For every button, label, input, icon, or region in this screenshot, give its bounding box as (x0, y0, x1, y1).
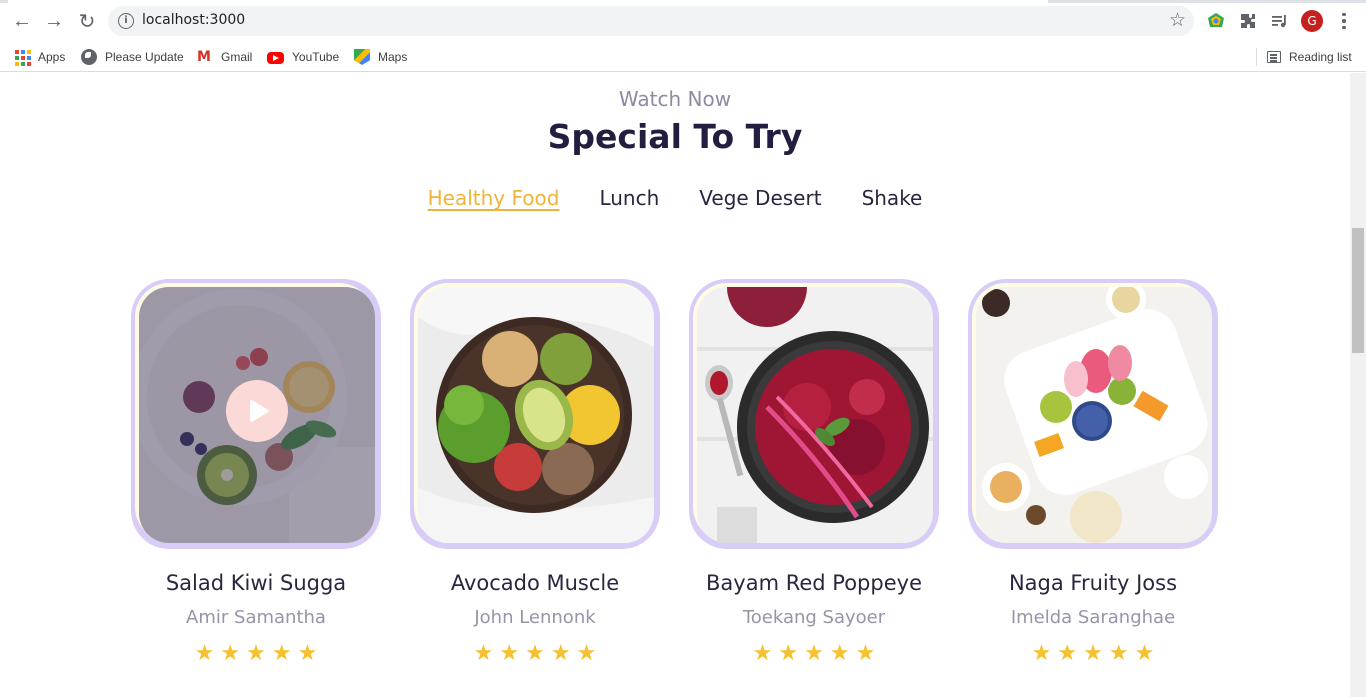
category-tabs: Healthy Food Lunch Vege Desert Shake (0, 186, 1350, 210)
bookmark-youtube[interactable]: YouTube (267, 46, 339, 68)
star-icon: ★ (525, 641, 545, 666)
recipe-card[interactable]: Avocado Muscle John Lennonk ★ ★ ★ ★ ★ (410, 279, 660, 665)
back-icon[interactable]: ← (9, 8, 35, 34)
recipe-name: Bayam Red Poppeye (706, 571, 922, 595)
reading-list-icon (1267, 51, 1281, 63)
bookmark-label: Apps (38, 50, 66, 64)
card-image-frame (131, 279, 381, 549)
star-icon: ★ (829, 641, 850, 666)
tab-shake[interactable]: Shake (842, 186, 943, 210)
tab-lunch[interactable]: Lunch (579, 186, 679, 210)
star-icon: ★ (855, 641, 876, 666)
salad-kiwi-image (139, 287, 375, 543)
star-icon: ★ (1108, 641, 1129, 666)
recipe-author: Toekang Sayoer (742, 607, 886, 628)
globe-icon (81, 49, 97, 65)
star-icon: ★ (1134, 641, 1155, 666)
bookmark-maps[interactable]: Maps (354, 46, 407, 68)
apps-grid-icon (14, 49, 31, 66)
media-queue-icon[interactable] (1269, 10, 1291, 32)
card-image-frame (689, 279, 939, 549)
star-icon: ★ (804, 641, 824, 666)
card-image-frame (410, 279, 660, 549)
star-icon: ★ (194, 641, 215, 666)
youtube-icon (267, 52, 284, 64)
bookmark-star-icon[interactable]: ☆ (1169, 9, 1186, 32)
gmail-icon: M (197, 49, 211, 65)
active-tab[interactable] (8, 0, 1048, 3)
avocado-bowl-image (418, 287, 654, 543)
recipe-author: Imelda Saranghae (1010, 607, 1176, 628)
rating-stars: ★ ★ ★ ★ ★ (410, 643, 660, 665)
fruit-platter-image (976, 287, 1212, 543)
recipe-name: Avocado Muscle (450, 571, 620, 595)
star-icon: ★ (752, 641, 773, 666)
rating-stars: ★ ★ ★ ★ ★ (968, 643, 1218, 665)
bookmark-gmail[interactable]: M Gmail (197, 46, 252, 68)
rating-stars: ★ ★ ★ ★ ★ (689, 643, 939, 665)
maps-icon (354, 49, 370, 65)
profile-avatar[interactable]: G (1301, 10, 1323, 32)
recipe-name: Salad Kiwi Sugga (165, 571, 347, 595)
bookmark-label: YouTube (292, 50, 340, 64)
reading-list-button[interactable]: Reading list (1267, 46, 1352, 68)
bookmark-please-update[interactable]: Please Update (81, 46, 184, 68)
star-icon: ★ (1083, 641, 1103, 666)
star-icon: ★ (499, 641, 520, 666)
star-icon: ★ (576, 641, 597, 666)
bookmark-label: Gmail (221, 50, 253, 64)
red-stew-pot-image (697, 287, 933, 543)
recipe-card[interactable]: Salad Kiwi Sugga Amir Samantha ★ ★ ★ ★ ★ (131, 279, 381, 665)
section-title: Special To Try (547, 117, 803, 156)
page-scrollbar[interactable] (1350, 73, 1366, 697)
address-bar[interactable]: i localhost:3000 ☆ (108, 6, 1194, 36)
bookmark-label: Maps (378, 50, 408, 64)
star-icon: ★ (1057, 641, 1078, 666)
star-icon: ★ (220, 641, 241, 666)
browser-toolbar: ← → ↻ i localhost:3000 ☆ G (0, 0, 1366, 42)
recipe-name: Naga Fruity Joss (1008, 571, 1178, 595)
play-icon[interactable] (226, 380, 288, 442)
star-icon: ★ (271, 641, 292, 666)
browser-menu-icon[interactable] (1336, 10, 1352, 32)
bookmarks-bar: Apps Please Update M Gmail YouTube Maps … (0, 42, 1366, 72)
tab-healthy-food[interactable]: Healthy Food (408, 186, 580, 210)
bookmarks-divider (1256, 48, 1257, 66)
recipe-card[interactable]: Bayam Red Poppeye Toekang Sayoer ★ ★ ★ ★ ★ (689, 279, 939, 665)
forward-icon[interactable]: → (41, 8, 67, 34)
card-image-frame (968, 279, 1218, 549)
section-subtitle: Watch Now (618, 87, 732, 111)
page-viewport: Watch Now Special To Try Healthy Food Lu… (0, 73, 1350, 697)
star-icon: ★ (246, 641, 266, 666)
reading-list-label: Reading list (1289, 50, 1352, 64)
star-icon: ★ (1031, 641, 1052, 666)
star-icon: ★ (550, 641, 571, 666)
star-icon: ★ (778, 641, 799, 666)
star-icon: ★ (297, 641, 318, 666)
bookmark-label: Please Update (105, 50, 184, 64)
reload-icon[interactable]: ↻ (74, 8, 100, 34)
tab-vege-desert[interactable]: Vege Desert (679, 186, 841, 210)
bookmark-apps[interactable]: Apps (14, 46, 65, 68)
recipe-author: John Lennonk (474, 607, 596, 628)
recipe-card[interactable]: Naga Fruity Joss Imelda Saranghae ★ ★ ★ ★ ★ (968, 279, 1218, 665)
site-info-icon[interactable]: i (118, 13, 134, 29)
scrollbar-thumb[interactable] (1352, 228, 1364, 353)
url-text[interactable]: localhost:3000 (142, 12, 245, 28)
puzzle-extensions-icon[interactable] (1237, 10, 1259, 32)
star-icon: ★ (473, 641, 494, 666)
extension-icon[interactable] (1205, 10, 1227, 32)
recipe-author: Amir Samantha (186, 607, 326, 628)
rating-stars: ★ ★ ★ ★ ★ (131, 643, 381, 665)
